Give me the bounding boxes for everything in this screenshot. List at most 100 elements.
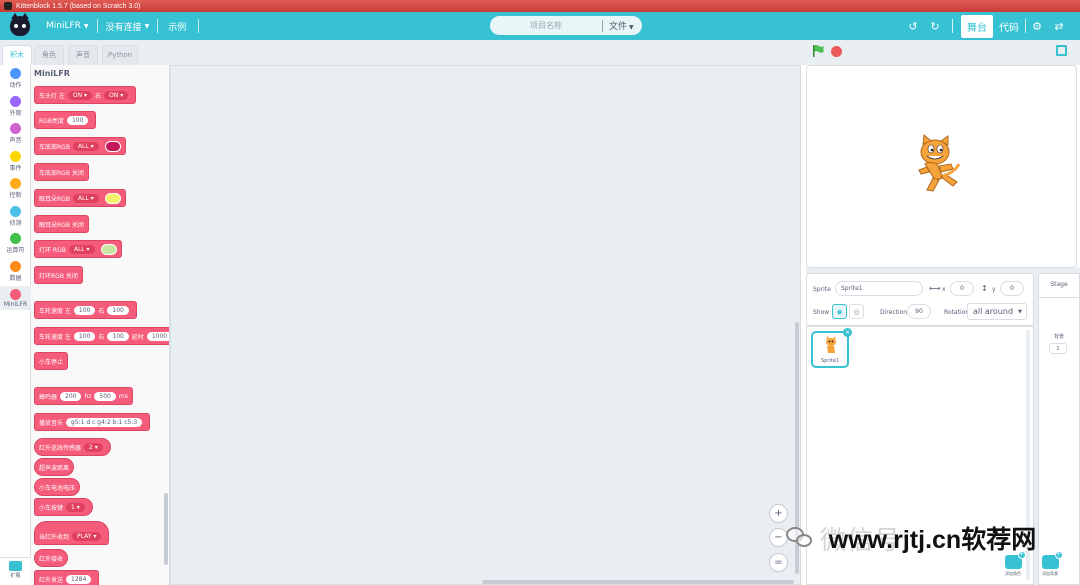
direction-field[interactable]: 90	[907, 304, 931, 319]
block-ring-rgb-off[interactable]: 灯环RGB 关闭	[34, 266, 83, 284]
block-dropdown[interactable]: ALL ▾	[68, 244, 95, 254]
show-sprite-eye-icon[interactable]: ◉	[832, 304, 847, 319]
hide-sprite-eye-icon[interactable]: ◎	[849, 304, 864, 319]
delete-sprite-icon[interactable]: ×	[843, 328, 852, 337]
window-title: Kittenblock 1.5.7 (based on Scratch 3.0)	[16, 2, 141, 10]
block-input[interactable]: g5:1 d c g4:2 b:1 c5:3	[66, 417, 143, 427]
block-dropdown[interactable]: ALL ▾	[72, 193, 99, 203]
sprite-tile[interactable]: Sprite1 ×	[811, 328, 852, 368]
green-flag-icon[interactable]	[813, 45, 824, 57]
block-car-stop[interactable]: 小车停止	[34, 352, 69, 370]
category-motion[interactable]: 动作	[0, 68, 31, 89]
category-operators[interactable]: 运算符	[0, 233, 31, 254]
block-ring-rgb[interactable]: 灯环 RGB ALL ▾	[34, 240, 122, 258]
block-ir-line-sensor[interactable]: 红外巡线传感器 2 ▾	[34, 438, 111, 456]
add-extension-button[interactable]: 扩展	[0, 557, 31, 585]
undo-icon[interactable]: ↺	[902, 12, 924, 40]
project-name-input[interactable]: 项目名称	[490, 20, 602, 31]
block-buzzer[interactable]: 蜂鸣器 200 hz 500 ms	[34, 387, 133, 405]
y-position-field[interactable]: 0	[1000, 281, 1024, 296]
tab-sprites[interactable]: 角色	[34, 45, 64, 65]
category-dot	[10, 206, 21, 217]
block-ear-rgb[interactable]: 眼耳朵RGB ALL ▾	[34, 189, 126, 207]
block-text: 车底部RGB	[39, 143, 70, 151]
block-dropdown[interactable]: PLAY ▾	[72, 531, 102, 541]
block-dropdown[interactable]: ALL ▾	[72, 141, 99, 151]
category-looks[interactable]: 外观	[0, 96, 31, 117]
dropdown-value: 2	[89, 443, 93, 451]
stage-canvas[interactable]	[806, 65, 1077, 268]
add-backdrop-icon: +	[1041, 551, 1063, 569]
block-ultrasonic[interactable]: 超声波距离	[34, 458, 75, 476]
block-input[interactable]: 100	[73, 331, 96, 341]
tab-python[interactable]: Python	[102, 45, 138, 65]
block-palette: MiniLFR 车头灯 左 ON ▾ 右 ON ▾ RGB亮度 100 车底部R…	[31, 65, 170, 585]
block-ir-send[interactable]: 红外发送 1284	[34, 570, 100, 585]
kittenblock-logo-icon[interactable]	[10, 13, 30, 36]
block-bottom-rgb-off[interactable]: 车底部RGB 关闭	[34, 163, 89, 181]
category-minilfr[interactable]: MiniLFR	[0, 286, 31, 310]
block-input[interactable]: 500	[94, 391, 116, 401]
block-rgb-brightness[interactable]: RGB亮度 100	[34, 111, 97, 129]
block-wheel-speed-delay[interactable]: 车轮速度 左 100 右 100 延时 1000	[34, 327, 169, 345]
fullscreen-icon[interactable]	[1056, 45, 1067, 56]
color-swatch[interactable]	[104, 192, 121, 204]
block-battery-voltage[interactable]: 小车电池电压	[34, 478, 81, 496]
block-input[interactable]: 200	[60, 391, 82, 401]
block-when-ir-received[interactable]: 当红外收到 PLAY ▾	[34, 521, 110, 545]
zoom-in-icon: +	[774, 508, 783, 519]
block-dropdown[interactable]: 2 ▾	[84, 442, 103, 452]
block-input[interactable]: 100	[107, 331, 129, 341]
scratch-cat-sprite[interactable]	[913, 134, 965, 194]
block-input[interactable]: 1000	[146, 331, 169, 341]
redo-icon[interactable]: ↻	[924, 12, 946, 40]
dropdown-value: 1	[71, 503, 75, 511]
block-dropdown[interactable]: ON ▾	[104, 90, 129, 100]
stop-icon[interactable]	[831, 46, 842, 57]
block-input[interactable]: 1284	[66, 574, 92, 584]
file-menu[interactable]: 文件 ▼	[609, 19, 634, 32]
block-dropdown[interactable]: ON ▾	[67, 90, 93, 100]
tab-sounds[interactable]: 声音	[68, 45, 98, 65]
connection-menu[interactable]: 没有连接 ▼	[106, 20, 150, 33]
color-swatch[interactable]	[100, 243, 117, 255]
sprite-tile-name: Sprite1	[820, 358, 839, 364]
rotation-style-select[interactable]: all around ▼	[967, 303, 1027, 320]
block-wheel-speed[interactable]: 车轮速度 左 100 右 100	[34, 301, 137, 319]
device-menu[interactable]: MiniLFR ▼	[46, 21, 89, 31]
category-data[interactable]: 数据	[0, 261, 31, 282]
connection-menu-label: 没有连接	[105, 22, 142, 33]
block-ir-receive[interactable]: 红外接收	[34, 549, 69, 567]
code-mode-tab[interactable]: 代码	[999, 19, 1019, 34]
examples-menu[interactable]: 示例	[168, 20, 186, 33]
palette-scrollbar[interactable]	[164, 493, 168, 565]
block-input[interactable]: 100	[107, 305, 129, 315]
block-ear-rgb-off[interactable]: 眼耳朵RGB 关闭	[34, 215, 89, 233]
code-workspace[interactable]	[170, 65, 801, 585]
block-bottom-rgb[interactable]: 车底部RGB ALL ▾	[34, 137, 126, 155]
block-input[interactable]: 100	[66, 115, 89, 125]
category-label: 动作	[9, 82, 22, 89]
block-car-button[interactable]: 小车按键 1 ▾	[34, 498, 93, 516]
add-sprite-button[interactable]: + 添加角色	[999, 551, 1027, 577]
x-position-field[interactable]: 0	[950, 281, 974, 296]
block-dropdown[interactable]: 1 ▾	[66, 502, 85, 512]
sprite-name-field[interactable]: Sprite1	[835, 281, 923, 296]
add-backdrop-button[interactable]: + 添加背景	[1036, 551, 1064, 577]
block-text: 小车电池电压	[39, 484, 76, 492]
category-events[interactable]: 事件	[0, 151, 31, 172]
block-play-music[interactable]: 播放音乐 g5:1 d c g4:2 b:1 c5:3	[34, 413, 151, 431]
color-swatch[interactable]	[104, 140, 121, 152]
category-control[interactable]: 控制	[0, 178, 31, 199]
swap-arrows-icon[interactable]: ⇄	[1048, 12, 1070, 40]
settings-gear-icon[interactable]: ⚙	[1026, 12, 1048, 40]
workspace-horizontal-scrollbar[interactable]	[482, 580, 794, 584]
block-input[interactable]: 100	[73, 305, 96, 315]
tab-blocks[interactable]: 积木	[2, 45, 32, 66]
sprite-info-panel: Sprite Sprite1 ⟷ x 0 ↕ y 0 Show ◉ ◎ Dire…	[806, 273, 1034, 326]
category-sensing[interactable]: 侦测	[0, 206, 31, 227]
block-text: 小车按键	[39, 504, 64, 512]
stage-mode-tab[interactable]: 舞台	[961, 14, 993, 38]
block-headlight[interactable]: 车头灯 左 ON ▾ 右 ON ▾	[34, 86, 137, 104]
category-sound[interactable]: 声音	[0, 123, 31, 144]
